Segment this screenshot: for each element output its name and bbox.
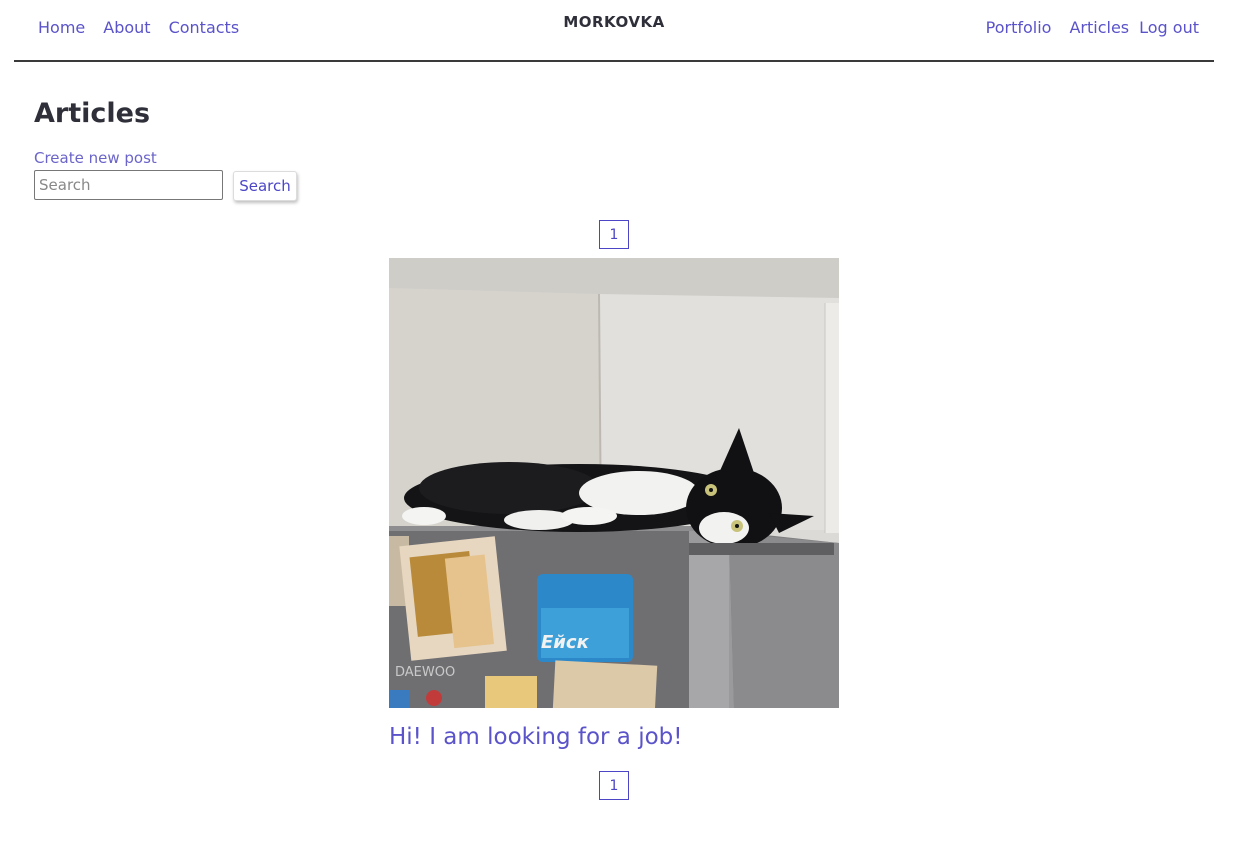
nav-right: Portfolio Articles Log out — [986, 18, 1199, 37]
post-image[interactable]: Ейск DAEWOO — [389, 258, 839, 708]
nav-contacts-link[interactable]: Contacts — [169, 18, 240, 37]
post-title-link[interactable]: Hi! I am looking for a job! — [389, 724, 682, 750]
nav-logout-link[interactable]: Log out — [1139, 18, 1199, 37]
site-logo[interactable]: MORKOVKA — [563, 13, 664, 31]
pagination-page-1-top[interactable]: 1 — [599, 220, 629, 249]
nav-home-link[interactable]: Home — [38, 18, 85, 37]
nav-articles-link[interactable]: Articles — [1069, 18, 1129, 37]
search-input[interactable] — [34, 170, 223, 200]
magnet-text: Ейск — [541, 632, 590, 653]
pagination-page-1-bottom[interactable]: 1 — [599, 771, 629, 800]
page-title: Articles — [34, 98, 151, 129]
top-navigation: Home About Contacts MORKOVKA Portfolio A… — [14, 0, 1214, 62]
cat-on-fridge-photo: Ейск DAEWOO — [389, 258, 839, 708]
fridge-brand: DAEWOO — [395, 665, 455, 680]
search-button[interactable]: Search — [233, 171, 297, 201]
nav-about-link[interactable]: About — [103, 18, 150, 37]
nav-left: Home About Contacts — [38, 18, 239, 37]
nav-portfolio-link[interactable]: Portfolio — [986, 18, 1052, 37]
create-post-link[interactable]: Create new post — [34, 149, 157, 167]
